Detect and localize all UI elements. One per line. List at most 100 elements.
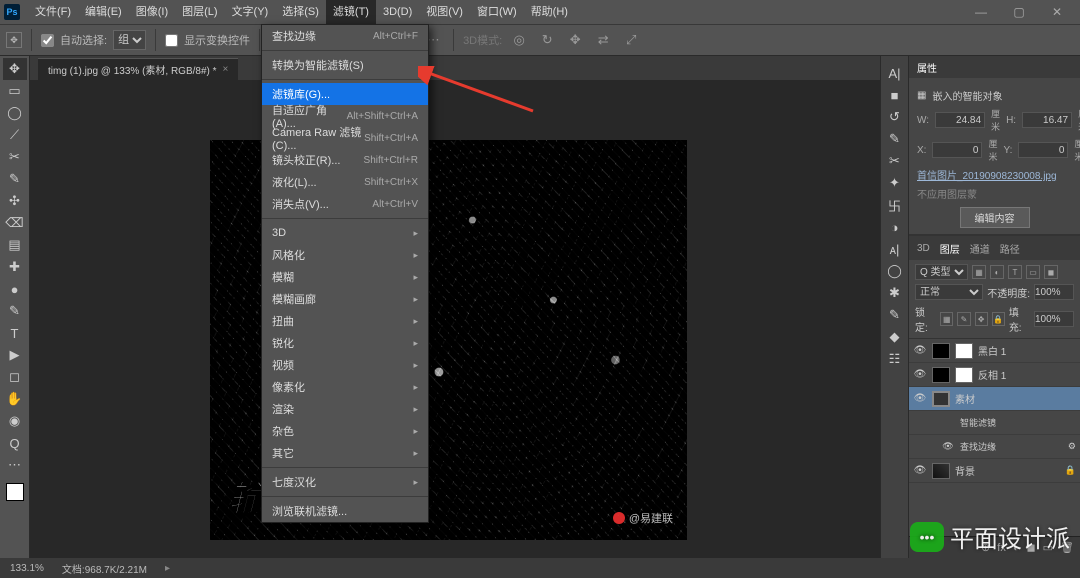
- properties-panel-tab[interactable]: 属性: [909, 56, 1080, 78]
- menu-item-19[interactable]: 渲染: [262, 398, 428, 420]
- menu-item-2[interactable]: 转换为智能滤镜(S): [262, 54, 428, 76]
- layer-row-5[interactable]: 👁背景🔒: [909, 459, 1080, 483]
- menu-item-17[interactable]: 视频: [262, 354, 428, 376]
- lock-all-icon[interactable]: 🔒: [992, 312, 1005, 326]
- menu-1[interactable]: 编辑(E): [78, 0, 129, 24]
- visibility-toggle[interactable]: 👁: [913, 393, 927, 404]
- right-icon-10[interactable]: ✱: [884, 282, 906, 304]
- menu-6[interactable]: 滤镜(T): [326, 0, 376, 24]
- menu-3[interactable]: 图层(L): [175, 0, 224, 24]
- source-file-link[interactable]: 首信图片_20190908230008.jpg: [917, 167, 1072, 182]
- tool-4[interactable]: ✂: [3, 146, 27, 168]
- tool-18[interactable]: ⋯: [3, 454, 27, 476]
- menu-item-11[interactable]: 3D: [262, 222, 428, 244]
- tab-channels[interactable]: 通道: [970, 241, 990, 256]
- menu-item-21[interactable]: 其它: [262, 442, 428, 464]
- visibility-toggle[interactable]: 👁: [913, 369, 927, 380]
- tool-10[interactable]: ●: [3, 278, 27, 300]
- menu-item-25[interactable]: 浏览联机滤镜...: [262, 500, 428, 522]
- filter-smart-icon[interactable]: ◼: [1044, 265, 1058, 279]
- tool-8[interactable]: ▤: [3, 234, 27, 256]
- layer-row-4[interactable]: 👁查找边缘⚙: [909, 435, 1080, 459]
- menu-item-14[interactable]: 模糊画廊: [262, 288, 428, 310]
- menu-9[interactable]: 窗口(W): [470, 0, 524, 24]
- tool-1[interactable]: ▭: [3, 80, 27, 102]
- document-tab[interactable]: timg (1).jpg @ 133% (素材, RGB/8#) * ×: [38, 58, 238, 80]
- right-icon-0[interactable]: A|: [884, 62, 906, 84]
- menu-item-9[interactable]: 消失点(V)...Alt+Ctrl+V: [262, 193, 428, 215]
- 3d-slide-icon[interactable]: ⇄: [592, 29, 614, 51]
- right-icon-13[interactable]: ☷: [884, 348, 906, 370]
- tab-paths[interactable]: 路径: [1000, 241, 1020, 256]
- y-input[interactable]: [1018, 142, 1068, 158]
- right-icon-9[interactable]: ◯: [884, 260, 906, 282]
- filter-adjust-icon[interactable]: ◐: [990, 265, 1004, 279]
- tool-9[interactable]: ✚: [3, 256, 27, 278]
- right-icon-12[interactable]: ◆: [884, 326, 906, 348]
- minimize-button[interactable]: —: [962, 0, 1000, 24]
- menu-item-7[interactable]: 镜头校正(R)...Shift+Ctrl+R: [262, 149, 428, 171]
- 3d-pan-icon[interactable]: ✥: [564, 29, 586, 51]
- x-input[interactable]: [932, 142, 982, 158]
- edit-contents-button[interactable]: 编辑内容: [960, 207, 1030, 228]
- tool-13[interactable]: ▶: [3, 344, 27, 366]
- filter-pixel-icon[interactable]: ▦: [972, 265, 986, 279]
- menu-5[interactable]: 选择(S): [275, 0, 326, 24]
- status-more-icon[interactable]: ▸: [165, 563, 170, 574]
- menu-item-8[interactable]: 液化(L)...Shift+Ctrl+X: [262, 171, 428, 193]
- layer-row-2[interactable]: 👁素材: [909, 387, 1080, 411]
- visibility-toggle[interactable]: 👁: [913, 345, 927, 356]
- opacity-input[interactable]: [1034, 284, 1074, 300]
- zoom-level[interactable]: 133.1%: [10, 563, 44, 574]
- right-icon-6[interactable]: 卐: [884, 194, 906, 216]
- menu-item-18[interactable]: 像素化: [262, 376, 428, 398]
- menu-item-13[interactable]: 模糊: [262, 266, 428, 288]
- menu-0[interactable]: 文件(F): [28, 0, 78, 24]
- tool-3[interactable]: ⟋: [3, 124, 27, 146]
- right-icon-11[interactable]: ✎: [884, 304, 906, 326]
- 3d-orbit-icon[interactable]: ◎: [508, 29, 530, 51]
- tool-11[interactable]: ✎: [3, 300, 27, 322]
- width-input[interactable]: [935, 112, 985, 128]
- tool-16[interactable]: ◉: [3, 410, 27, 432]
- menu-item-0[interactable]: 查找边缘Alt+Ctrl+F: [262, 25, 428, 47]
- filter-menu-dropdown[interactable]: 查找边缘Alt+Ctrl+F转换为智能滤镜(S)滤镜库(G)...自适应广角(A…: [261, 24, 429, 523]
- right-icon-1[interactable]: ■: [884, 84, 906, 106]
- tool-14[interactable]: ◻: [3, 366, 27, 388]
- menu-item-6[interactable]: Camera Raw 滤镜(C)...Shift+Ctrl+A: [262, 127, 428, 149]
- auto-select-dropdown[interactable]: 组: [113, 30, 146, 50]
- menu-item-23[interactable]: 七度汉化: [262, 471, 428, 493]
- close-button[interactable]: ✕: [1038, 0, 1076, 24]
- menu-10[interactable]: 帮助(H): [524, 0, 575, 24]
- menu-item-20[interactable]: 杂色: [262, 420, 428, 442]
- layer-row-0[interactable]: 👁黑白 1: [909, 339, 1080, 363]
- tab-3d[interactable]: 3D: [917, 243, 930, 254]
- menu-2[interactable]: 图像(I): [129, 0, 175, 24]
- tab-layers[interactable]: 图层: [940, 241, 960, 256]
- filter-shape-icon[interactable]: ▭: [1026, 265, 1040, 279]
- right-icon-8[interactable]: ᴀ|: [884, 238, 906, 260]
- menu-4[interactable]: 文字(Y): [225, 0, 276, 24]
- menu-7[interactable]: 3D(D): [376, 0, 419, 24]
- tool-0[interactable]: ✥: [3, 58, 27, 80]
- layer-row-3[interactable]: 智能滤镜: [909, 411, 1080, 435]
- tool-5[interactable]: ✎: [3, 168, 27, 190]
- right-icon-2[interactable]: ↺: [884, 106, 906, 128]
- blend-mode-select[interactable]: 正常: [915, 284, 983, 300]
- filter-options-icon[interactable]: ⚙: [1068, 441, 1076, 452]
- tool-2[interactable]: ◯: [3, 102, 27, 124]
- show-transform-checkbox[interactable]: [165, 34, 178, 47]
- visibility-toggle[interactable]: 👁: [941, 441, 955, 452]
- close-tab-icon[interactable]: ×: [223, 64, 229, 75]
- tool-6[interactable]: ✣: [3, 190, 27, 212]
- visibility-toggle[interactable]: 👁: [913, 465, 927, 476]
- layer-kind-filter[interactable]: Q 类型: [915, 264, 968, 280]
- 3d-roll-icon[interactable]: ↻: [536, 29, 558, 51]
- filter-type-icon[interactable]: T: [1008, 265, 1022, 279]
- menu-item-15[interactable]: 扭曲: [262, 310, 428, 332]
- tool-17[interactable]: Q: [3, 432, 27, 454]
- tool-7[interactable]: ⌫: [3, 212, 27, 234]
- right-icon-5[interactable]: ✦: [884, 172, 906, 194]
- right-icon-3[interactable]: ✎: [884, 128, 906, 150]
- right-icon-4[interactable]: ✂: [884, 150, 906, 172]
